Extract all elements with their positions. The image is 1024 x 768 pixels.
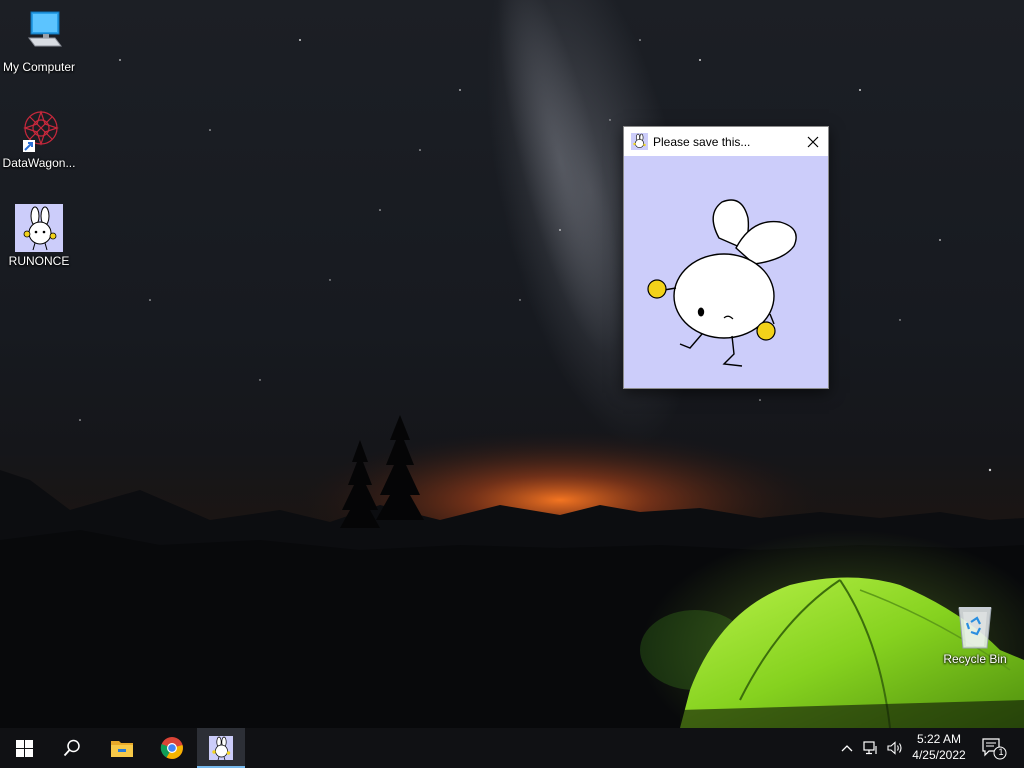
volume-icon [887,741,902,755]
taskbar-bunny-app[interactable] [197,728,245,768]
recycle-bin-icon [951,602,999,650]
chrome-icon [160,737,183,759]
dancing-bunny-image [647,199,797,367]
desktop-icon-runonce[interactable]: RUNONCE [1,204,77,268]
search-icon [63,739,80,757]
desktop-icon-recycle-bin[interactable]: Recycle Bin [937,602,1013,666]
close-button[interactable] [798,127,828,156]
bunny-icon [15,204,63,252]
file-explorer-icon [111,741,133,757]
desktop-wallpaper [0,0,1024,728]
taskbar-clock[interactable]: 5:22 AM 4/25/2022 [904,731,974,763]
desktop-icon-datawagon[interactable]: DataWagon... [1,106,77,170]
computer-icon [15,10,63,58]
datawagon-icon [15,106,63,154]
taskbar-chrome[interactable] [148,728,196,768]
desktop-icon-label: My Computer [2,60,76,74]
please-save-dialog[interactable]: Please save this... [623,126,829,389]
windows-logo-icon [15,739,33,757]
search-button[interactable] [48,728,96,768]
dialog-content [624,156,828,388]
desktop-icon-label: Recycle Bin [943,652,1007,666]
clock-time: 5:22 AM [916,732,962,746]
dialog-title-bar[interactable]: Please save this... [624,127,828,156]
taskbar-file-explorer[interactable] [98,728,146,768]
notification-count: 1 [998,747,1004,757]
clock-date: 4/25/2022 [912,748,966,762]
volume-button[interactable] [884,728,906,768]
desktop-icon-my-computer[interactable]: My Computer [1,10,77,74]
network-button[interactable] [860,728,882,768]
desktop-icon-label: RUNONCE [8,254,70,268]
desktop-icon-label: DataWagon... [2,156,76,170]
bunny-icon [631,133,648,150]
action-center-button[interactable]: 1 [978,728,1010,768]
network-icon [863,741,877,755]
taskbar: 5:22 AM 4/25/2022 1 [0,728,1024,768]
bunny-icon [209,736,233,760]
close-icon [807,136,819,147]
dialog-title: Please save this... [653,135,751,149]
show-hidden-icons-button[interactable] [836,728,858,768]
start-button[interactable] [0,728,48,768]
chevron-up-icon [841,745,853,752]
